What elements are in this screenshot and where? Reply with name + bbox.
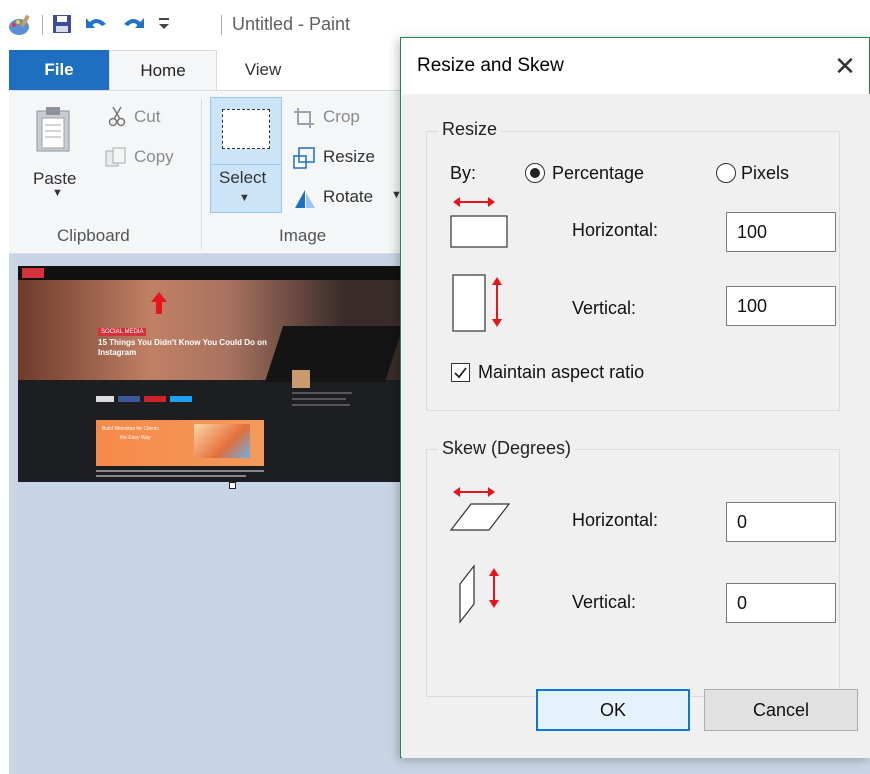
save-icon[interactable]: [52, 14, 72, 39]
skew-vertical-input[interactable]: [726, 583, 836, 623]
close-icon[interactable]: ✕: [827, 48, 863, 84]
dialog-title-bar: Resize and Skew ✕: [401, 38, 869, 94]
red-arrow-shaft: [156, 300, 162, 314]
canvas-headline: 15 Things You Didn't Know You Could Do o…: [98, 338, 267, 357]
customize-toolbar-icon[interactable]: [157, 16, 171, 37]
horizontal-skew-icon: [449, 484, 511, 539]
paste-dropdown-icon[interactable]: ▼: [52, 187, 63, 199]
copy-button[interactable]: Copy: [134, 147, 174, 167]
paint-app-icon: [8, 14, 32, 41]
maintain-aspect-checkbox[interactable]: [451, 363, 470, 382]
pixels-radio[interactable]: [716, 163, 736, 183]
select-button[interactable]: Select ▼: [210, 97, 282, 213]
resize-icon[interactable]: [293, 147, 315, 174]
window-title: Untitled - Paint: [232, 14, 351, 34]
crop-icon[interactable]: [293, 107, 315, 134]
promo-line2: the Easy Way: [120, 435, 151, 441]
cut-button[interactable]: Cut: [134, 107, 160, 127]
pixels-label[interactable]: Pixels: [741, 163, 789, 184]
canvas-resize-handle[interactable]: [229, 482, 236, 489]
tab-view[interactable]: View: [217, 50, 309, 90]
crop-button[interactable]: Crop: [323, 107, 360, 127]
skew-vertical-label: Vertical:: [572, 592, 637, 612]
resize-skew-dialog: Resize and Skew ✕ Resize By: Percentage …: [400, 37, 870, 758]
dialog-title: Resize and Skew: [417, 55, 564, 76]
rotate-button[interactable]: Rotate: [323, 187, 373, 207]
skew-horizontal-label: Horizontal:: [572, 510, 659, 530]
resize-button[interactable]: Resize: [323, 147, 375, 167]
maintain-aspect-label[interactable]: Maintain aspect ratio: [478, 362, 644, 383]
image-group-label: Image: [279, 226, 327, 245]
canvas-image[interactable]: SOCIAL MEDIA 15 Things You Didn't Know Y…: [18, 266, 401, 482]
dialog-body: Resize By: Percentage Pixels Horizontal:: [402, 94, 870, 758]
promo-line1: Build Websites for Clients: [102, 426, 159, 432]
select-label: Select: [219, 168, 267, 187]
resize-group-title: Resize: [438, 119, 502, 140]
ok-button[interactable]: OK: [536, 689, 690, 731]
resize-horizontal-label: Horizontal:: [572, 220, 659, 240]
copy-icon[interactable]: [105, 147, 127, 174]
paste-icon[interactable]: [35, 105, 71, 158]
skew-horizontal-input[interactable]: [726, 502, 836, 542]
canvas-tag: SOCIAL MEDIA: [98, 328, 147, 336]
skew-group-title: Skew (Degrees): [438, 438, 576, 459]
vertical-skew-icon: [458, 562, 506, 629]
rotate-icon[interactable]: [293, 187, 317, 214]
percentage-radio[interactable]: [525, 163, 545, 183]
by-label: By:: [450, 163, 477, 183]
resize-horizontal-input[interactable]: [726, 212, 836, 252]
clipboard-group-label: Clipboard: [57, 226, 130, 245]
tab-file[interactable]: File: [9, 50, 109, 90]
undo-icon[interactable]: [84, 14, 110, 41]
resize-vertical-input[interactable]: [726, 286, 836, 326]
checkmark-icon: [454, 367, 467, 379]
cut-icon[interactable]: [108, 105, 126, 132]
resize-vertical-label: Vertical:: [572, 298, 637, 318]
redo-icon[interactable]: [120, 14, 146, 41]
tab-home[interactable]: Home: [109, 50, 217, 91]
select-icon: [222, 109, 270, 149]
select-dropdown-icon[interactable]: ▼: [239, 192, 250, 204]
vertical-resize-icon: [452, 273, 506, 338]
cancel-button[interactable]: Cancel: [704, 689, 858, 731]
horizontal-resize-icon: [449, 194, 511, 255]
paste-button[interactable]: Paste: [33, 169, 76, 189]
percentage-label[interactable]: Percentage: [552, 163, 644, 184]
